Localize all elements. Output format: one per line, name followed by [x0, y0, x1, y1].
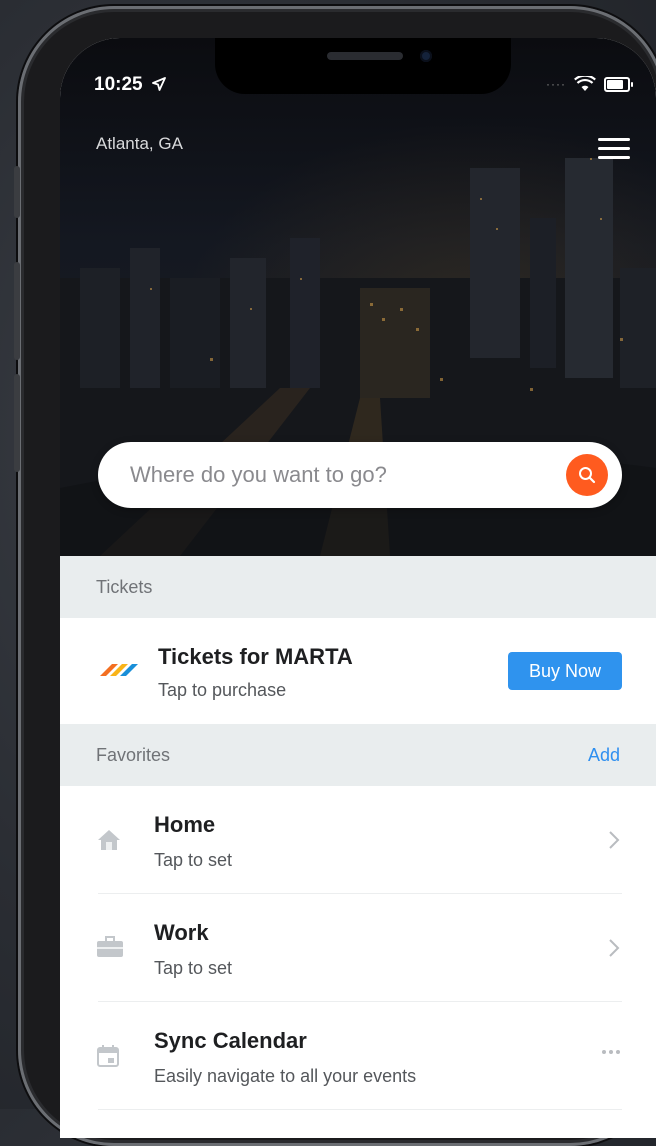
chevron-right-icon [609, 831, 620, 849]
status-icons: ···· [546, 76, 633, 92]
time-label: 10:25 [94, 74, 143, 95]
favorite-title: Home [154, 812, 216, 837]
section-title: Tickets [96, 576, 153, 597]
favorite-title: Sync Calendar [154, 1028, 307, 1053]
marta-logo-icon [100, 664, 138, 676]
notch [215, 38, 511, 94]
location-label: Atlanta, GA [96, 134, 183, 153]
chevron-right-icon [609, 939, 620, 957]
menu-button[interactable] [598, 138, 630, 162]
search-input[interactable]: Where do you want to go? [98, 442, 622, 508]
favorites-section-header: Favorites Add [60, 724, 656, 786]
location-arrow-icon [151, 77, 166, 91]
favorite-subtitle: Easily navigate to all your events [154, 1066, 417, 1086]
favorite-work-row[interactable]: Work Tap to set [60, 894, 656, 1002]
wifi-icon [574, 76, 596, 91]
search-placeholder: Where do you want to go? [130, 462, 387, 487]
phone-frame: 10:25 ···· Atlanta, GA Where do you want… [14, 6, 656, 1146]
mute-switch [14, 166, 20, 218]
calendar-icon [97, 1045, 119, 1067]
section-title: Favorites [96, 744, 171, 765]
tickets-section-header: Tickets [60, 556, 656, 618]
signal-icon: ···· [546, 77, 566, 91]
volume-down-button [14, 374, 20, 472]
more-options-icon[interactable] [602, 1050, 620, 1054]
favorite-title: Work [154, 920, 209, 945]
menu-icon [598, 138, 630, 141]
favorite-home-row[interactable]: Home Tap to set [60, 786, 656, 894]
status-time: 10:25 [94, 74, 166, 96]
front-camera [420, 50, 432, 62]
marta-tickets-row[interactable]: Tickets for MARTA Tap to purchase Buy No… [60, 618, 656, 724]
favorite-subtitle: Tap to set [154, 958, 233, 978]
sync-calendar-row[interactable]: Sync Calendar Easily navigate to all you… [60, 1002, 656, 1110]
favorite-subtitle: Tap to set [154, 850, 233, 870]
battery-icon [604, 76, 633, 92]
home-icon [98, 830, 120, 850]
speaker-grille [327, 52, 403, 60]
ticket-subtitle: Tap to purchase [158, 680, 287, 700]
buy-now-button[interactable]: Buy Now [508, 652, 622, 690]
app-screen: 10:25 ···· Atlanta, GA Where do you want… [60, 38, 656, 1138]
ticket-title: Tickets for MARTA [158, 644, 353, 669]
search-button[interactable] [566, 454, 608, 496]
add-favorite-button[interactable]: Add [588, 745, 620, 766]
search-icon [579, 467, 596, 484]
volume-up-button [14, 262, 20, 360]
briefcase-icon [97, 936, 123, 957]
divider [98, 1109, 622, 1110]
